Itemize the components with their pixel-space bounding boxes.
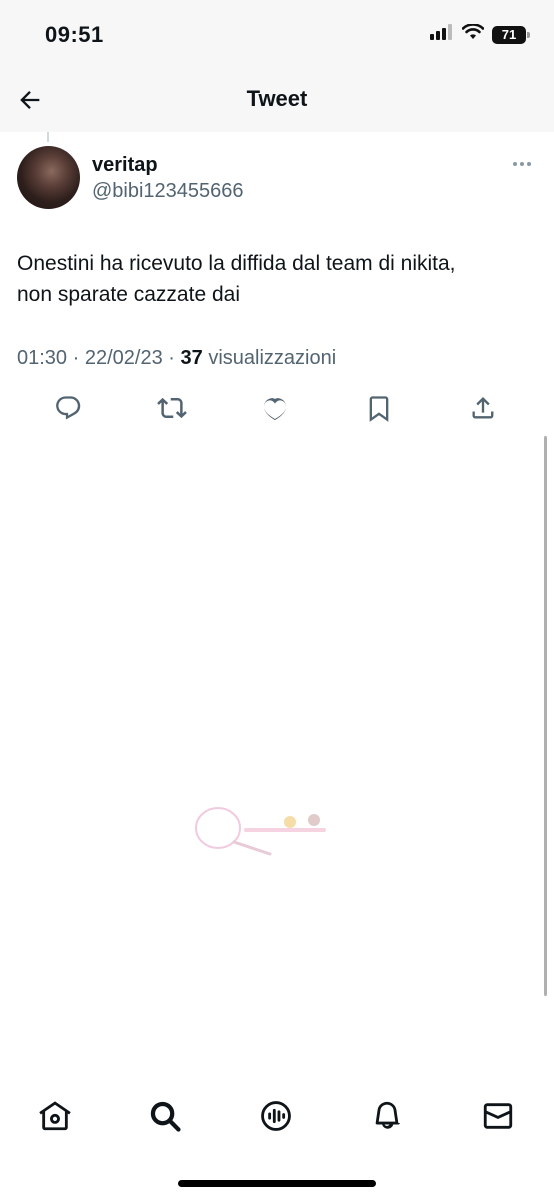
views-label[interactable]: visualizzazioni	[208, 347, 336, 369]
tweet-date[interactable]: 22/02/23	[85, 347, 163, 369]
views-count[interactable]: 37	[181, 347, 203, 369]
signal-icon	[430, 24, 454, 45]
status-icons: 71	[430, 23, 530, 45]
more-options-button[interactable]	[510, 156, 534, 172]
avatar[interactable]	[17, 146, 80, 209]
meta-separator: ·	[168, 347, 175, 369]
display-name[interactable]: veritap	[92, 154, 158, 177]
page-title: Tweet	[246, 86, 308, 111]
tab-notifications[interactable]	[369, 1098, 405, 1134]
tab-bar	[0, 1090, 554, 1150]
tweet-text: Onestini ha ricevuto la diffida dal team…	[17, 248, 542, 310]
status-bar: 09:51 71	[0, 0, 554, 70]
tab-messages[interactable]	[480, 1098, 516, 1134]
tweet-text-line-1: Onestini ha ricevuto la diffida dal team…	[17, 252, 456, 275]
like-icon	[263, 398, 287, 421]
battery-level: 71	[501, 27, 517, 42]
tweet-meta: 01:30 · 22/02/23 · 37 visualizzazioni	[17, 347, 336, 370]
tab-search[interactable]	[147, 1098, 183, 1134]
more-icon	[513, 162, 531, 166]
reply-button[interactable]	[52, 392, 84, 424]
watermark-logo	[186, 798, 332, 862]
like-button[interactable]	[259, 392, 291, 424]
search-icon	[150, 1101, 181, 1132]
nav-header: Tweet	[0, 70, 554, 132]
scrollbar[interactable]	[544, 436, 547, 996]
tweet-time[interactable]: 01:30	[17, 347, 67, 369]
retweet-button[interactable]	[156, 392, 188, 424]
user-handle[interactable]: @bibi123455666	[92, 180, 244, 203]
messages-icon	[483, 1103, 513, 1129]
tweet-text-line-2: non sparate cazzate dai	[17, 283, 240, 306]
meta-separator: ·	[72, 347, 80, 369]
tab-spaces[interactable]	[258, 1098, 294, 1134]
share-icon	[472, 397, 494, 419]
battery-icon: 71	[492, 25, 530, 44]
bookmark-button[interactable]	[363, 392, 395, 424]
tweet-actions	[0, 392, 554, 428]
wifi-icon	[461, 23, 485, 45]
home-icon	[39, 1101, 71, 1131]
reply-icon	[56, 396, 81, 420]
home-indicator[interactable]	[178, 1180, 376, 1187]
status-time: 09:51	[45, 22, 104, 47]
thread-line	[47, 132, 49, 142]
bookmark-icon	[369, 396, 389, 422]
spaces-icon	[261, 1101, 291, 1131]
retweet-icon	[157, 397, 187, 419]
notifications-icon	[375, 1101, 400, 1129]
share-button[interactable]	[467, 392, 499, 424]
tab-home[interactable]	[37, 1098, 73, 1134]
